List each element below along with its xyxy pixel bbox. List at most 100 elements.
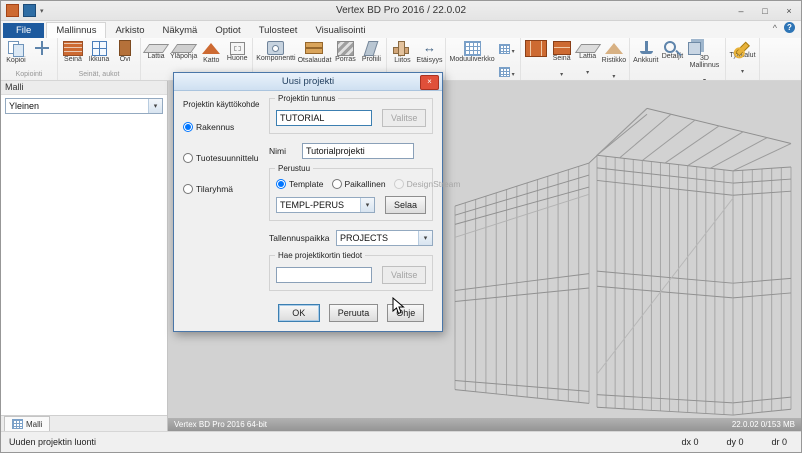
memory-usage-text: 22.0.02 0/153 MB — [732, 420, 795, 429]
zone-grid-icon — [499, 44, 510, 54]
3d-model-button[interactable]: 3D Mallinnus — [685, 39, 723, 81]
zone-tool-button[interactable] — [498, 39, 516, 59]
element-tool-button[interactable] — [523, 39, 549, 81]
chevron-down-icon — [512, 40, 515, 58]
group-label-seinat-aukot: Seinät, aukot — [60, 70, 138, 80]
move-icon — [32, 40, 52, 57]
tab-tulosteet[interactable]: Tulosteet — [250, 23, 307, 38]
app-version-text: Vertex BD Pro 2016 64-bit — [174, 420, 267, 429]
door-button[interactable]: Ovi — [112, 39, 138, 70]
project-card-input[interactable] — [276, 267, 372, 283]
model-type-select[interactable]: Yleinen ▾ — [5, 98, 163, 114]
radio-tuotesuunnittelu-input[interactable] — [183, 153, 193, 163]
tab-file[interactable]: File — [3, 23, 44, 38]
ribbon-collapse-icon[interactable]: ^ — [773, 23, 777, 33]
chevron-down-icon — [586, 61, 589, 79]
wall-element-icon — [553, 41, 571, 55]
ribbon-group-seinat-aukot: Seinä Ikkuna Ovi Seinät, aukot — [58, 38, 141, 80]
maximize-button[interactable]: □ — [753, 1, 777, 20]
save-location-select[interactable]: PROJECTS ▾ — [336, 230, 433, 246]
joint-icon — [392, 40, 412, 57]
cancel-button[interactable]: Peruuta — [329, 304, 379, 322]
window-button[interactable]: Ikkuna — [86, 39, 112, 70]
model-panel: Malli Yleinen ▾ Malli — [1, 81, 168, 431]
model-panel-title: Malli — [1, 81, 167, 95]
ok-button[interactable]: OK — [278, 304, 320, 322]
minimize-button[interactable]: – — [729, 1, 753, 20]
ribbon-group-vyohyke: Moduuliverkko Vyöhyke — [446, 38, 520, 80]
app-icon — [6, 4, 19, 17]
template-select[interactable]: TEMPL-PERUS ▾ — [276, 197, 375, 213]
title-bar: ▾ Vertex BD Pro 2016 / 22.0.02 – □ × — [1, 1, 801, 21]
window-icon — [92, 41, 107, 56]
help-button[interactable]: Ohje — [387, 304, 424, 322]
truss-button[interactable]: Ristikko — [601, 39, 628, 81]
help-icon[interactable]: ? — [784, 22, 795, 33]
copy-icon — [6, 40, 26, 57]
wall-element-button[interactable]: Seinä — [549, 39, 575, 81]
dr-readout: dr 0 — [771, 437, 787, 447]
radio-tilaryhma[interactable]: Tilaryhmä — [183, 184, 269, 194]
zone-tool-button[interactable] — [498, 62, 516, 81]
tab-nakyma[interactable]: Näkymä — [154, 23, 207, 38]
ribbon-group-tyokalut: Työkalut — [726, 38, 759, 80]
chevron-down-icon — [612, 65, 615, 81]
browse-button[interactable]: Selaa — [385, 196, 426, 214]
stairs-icon — [337, 41, 354, 56]
module-grid-button[interactable]: Moduuliverkko — [448, 39, 495, 81]
save-icon[interactable] — [23, 4, 36, 17]
dialog-close-button[interactable]: × — [420, 75, 439, 90]
distance-icon — [419, 40, 439, 57]
based-on-group-label: Perustuu — [275, 164, 313, 173]
application-window: ▾ Vertex BD Pro 2016 / 22.0.02 – □ × Fil… — [0, 0, 802, 453]
floor-element-icon — [574, 44, 600, 53]
module-grid-icon — [464, 41, 481, 56]
component-icon — [267, 41, 284, 55]
panel-tab-bar: Malli — [1, 415, 167, 431]
profile-icon — [364, 41, 379, 56]
anchors-button[interactable]: Ankkurit — [632, 39, 659, 81]
move-button[interactable] — [29, 39, 55, 70]
tools-button[interactable]: Työkalut — [728, 39, 756, 78]
model-tab-icon — [12, 419, 23, 429]
ribbon-group-elementti: Seinä Lattia Ristikko Elementti — [521, 38, 631, 80]
tab-mallinnus[interactable]: Mallinnus — [46, 22, 106, 38]
3d-model-icon — [688, 42, 701, 55]
chevron-down-icon: ▾ — [360, 198, 374, 212]
project-name-input[interactable] — [302, 143, 414, 159]
fascia-board-icon — [304, 40, 324, 57]
dialog-title-bar: Uusi projekti × — [174, 73, 442, 91]
quick-access-dropdown-icon[interactable]: ▾ — [40, 7, 44, 15]
group-label-kopiointi: Kopiointi — [3, 70, 55, 80]
chevron-down-icon — [703, 69, 706, 81]
radio-tuotesuunnittelu[interactable]: Tuotesuunnittelu — [183, 153, 269, 163]
project-id-input[interactable] — [276, 110, 372, 126]
floor-button[interactable]: Lattia — [143, 39, 169, 81]
radio-paikallinen-input[interactable] — [332, 179, 342, 189]
floor-element-button[interactable]: Lattia — [575, 39, 601, 81]
tab-visualisointi[interactable]: Visualisointi — [306, 23, 374, 38]
project-card-select-button[interactable]: Valitse — [382, 266, 426, 284]
wall-icon — [63, 41, 83, 56]
chevron-down-icon: ▾ — [148, 99, 162, 113]
radio-paikallinen[interactable]: Paikallinen — [332, 179, 386, 189]
ribbon-group-kopiointi: Kopioi Kopiointi — [1, 38, 58, 80]
radio-rakennus[interactable]: Rakennus — [183, 122, 269, 132]
close-button[interactable]: × — [777, 1, 801, 20]
model-tab[interactable]: Malli — [4, 416, 50, 431]
tab-optiot[interactable]: Optiot — [206, 23, 249, 38]
wall-button[interactable]: Seinä — [60, 39, 86, 70]
radio-template[interactable]: Template — [276, 179, 324, 189]
status-bar: Uuden projektin luonti dx 0 dy 0 dr 0 — [1, 431, 801, 452]
radio-tilaryhma-input[interactable] — [183, 184, 193, 194]
based-on-group: Perustuu Template Paikallinen DesignS — [269, 168, 433, 221]
canvas-status-strip: Vertex BD Pro 2016 64-bit 22.0.02 0/153 … — [168, 418, 801, 431]
radio-template-input[interactable] — [276, 179, 286, 189]
tab-arkisto[interactable]: Arkisto — [106, 23, 153, 38]
details-button[interactable]: Detaljit — [659, 39, 685, 81]
radio-rakennus-input[interactable] — [183, 122, 193, 132]
project-id-select-button[interactable]: Valitse — [382, 109, 426, 127]
ceiling-icon — [170, 44, 196, 53]
room-icon — [230, 42, 245, 55]
copy-button[interactable]: Kopioi — [3, 39, 29, 70]
